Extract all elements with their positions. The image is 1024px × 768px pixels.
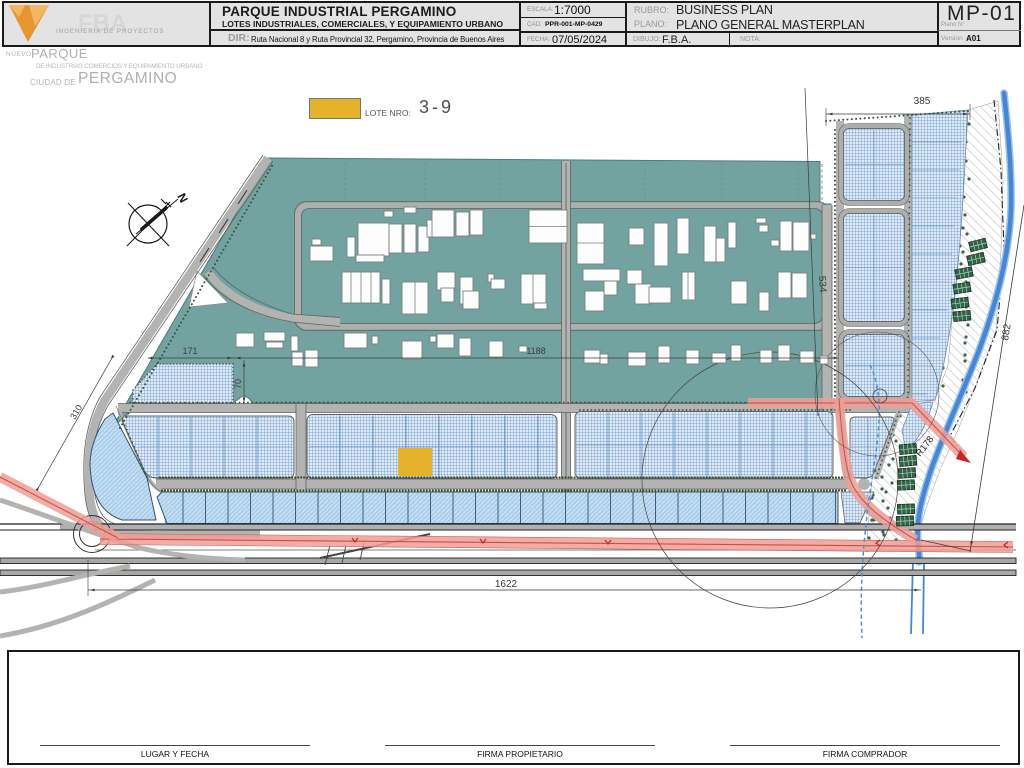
svg-text:534: 534 (816, 276, 828, 294)
svg-text:1188: 1188 (526, 346, 545, 356)
svg-text:1622: 1622 (495, 579, 518, 590)
svg-text:INGENIERIA DE PROYECTOS: INGENIERIA DE PROYECTOS (56, 28, 164, 35)
svg-text:171: 171 (182, 346, 197, 356)
svg-text:882: 882 (1000, 323, 1014, 342)
svg-text:310: 310 (68, 403, 84, 421)
svg-text:N: N (174, 191, 190, 205)
svg-text:385: 385 (914, 96, 931, 107)
svg-text:70: 70 (233, 379, 243, 389)
